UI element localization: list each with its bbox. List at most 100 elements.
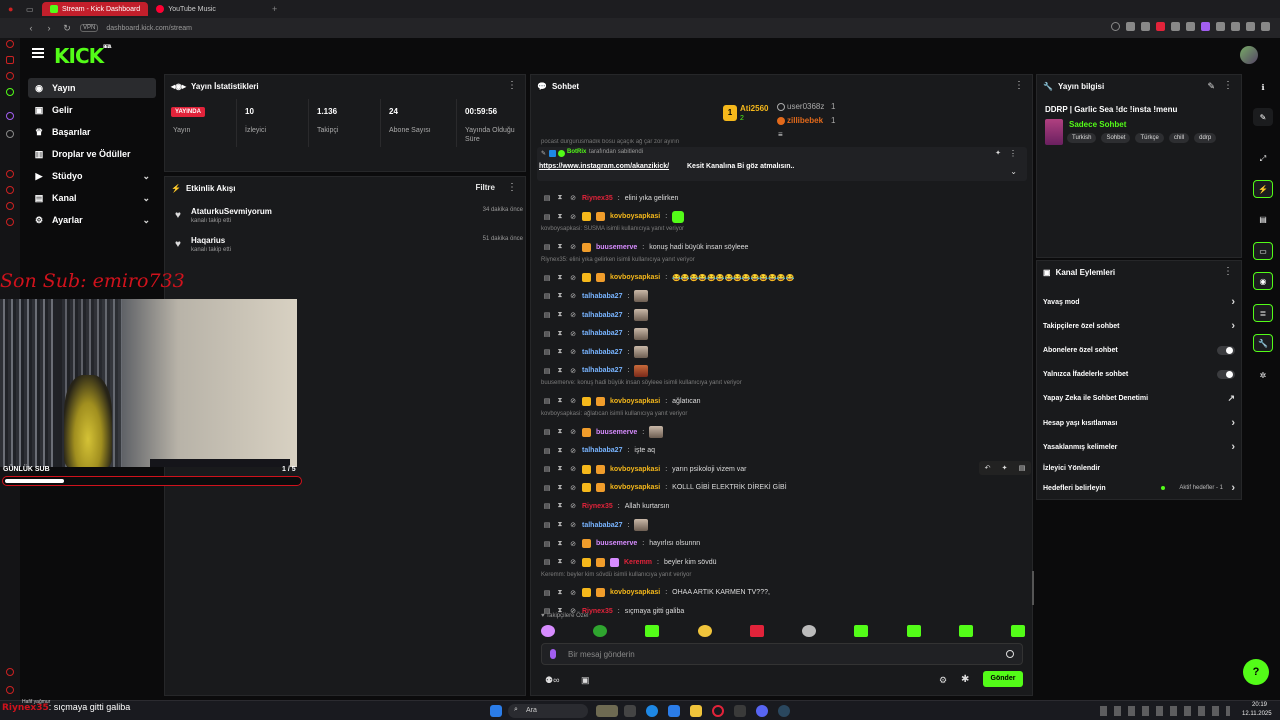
- chat-message[interactable]: ▤ ⧗ ⊘ kovboysapkasi: KOLLL GİBİ ELEKTRİK DİR…: [543, 481, 787, 495]
- ban-icon[interactable]: ⊘: [569, 243, 577, 251]
- sidebar-app-icon[interactable]: [6, 170, 14, 178]
- extension-icon[interactable]: [1201, 22, 1210, 31]
- microphone-icon[interactable]: [550, 649, 556, 659]
- timeout-icon[interactable]: ⧗: [556, 348, 564, 356]
- timeout-icon[interactable]: ⧗: [556, 589, 564, 597]
- delete-icon[interactable]: ▤: [543, 213, 551, 221]
- chat-message[interactable]: ▤ ⧗ ⊘ kovboysapkasi: 😂😂😂😂😂😂😂😂😂😂😂😂😂😂: [543, 271, 794, 285]
- pin-icon[interactable]: ✦: [1002, 464, 1008, 472]
- timeout-icon[interactable]: ⧗: [556, 540, 564, 548]
- category-name[interactable]: Sadece Sohbet: [1069, 120, 1126, 129]
- expand-icon[interactable]: ⤢: [1253, 150, 1273, 168]
- document-icon[interactable]: ▤: [1253, 210, 1273, 228]
- delete-icon[interactable]: ▤: [543, 397, 551, 405]
- delete-icon[interactable]: ▤: [543, 428, 551, 436]
- ban-icon[interactable]: ⊘: [569, 213, 577, 221]
- more-options-icon[interactable]: ⋮: [1009, 149, 1017, 158]
- timeout-icon[interactable]: ⧗: [556, 243, 564, 251]
- edge-icon[interactable]: [646, 705, 658, 717]
- settings-icon[interactable]: ⚙: [939, 675, 947, 686]
- toggle-switch[interactable]: [1217, 345, 1235, 355]
- emote-icon[interactable]: [541, 625, 555, 637]
- delete-icon[interactable]: ▤: [543, 484, 551, 492]
- chat-message[interactable]: ▤ ⧗ ⊘ Riynex35: elini yıka gelirken: [543, 191, 679, 205]
- opera-icon[interactable]: [712, 705, 724, 717]
- category-thumbnail[interactable]: [1045, 119, 1063, 145]
- chat-username[interactable]: kovboysapkasi: [610, 589, 660, 596]
- sidebar-app-icon[interactable]: [6, 130, 14, 138]
- clock-date[interactable]: 12.11.2025: [1242, 711, 1272, 717]
- clock-time[interactable]: 20:19: [1252, 702, 1267, 708]
- ban-icon[interactable]: ⊘: [569, 292, 577, 300]
- chevron-down-icon[interactable]: ⌄: [1010, 167, 1017, 176]
- ban-icon[interactable]: ⊘: [569, 367, 577, 375]
- channel-action-row[interactable]: Yalnızca İfadelerle sohbet: [1043, 365, 1239, 383]
- favorites-icon[interactable]: [1186, 22, 1195, 31]
- tag[interactable]: Sohbet: [1101, 133, 1131, 143]
- sidebar-app-icon[interactable]: [6, 88, 14, 96]
- tab-youtube-music[interactable]: YouTube Music: [148, 2, 224, 16]
- channel-action-row[interactable]: Hesap yaşı kısıtlaması ›: [1043, 414, 1239, 432]
- apps-icon[interactable]: ✲: [1253, 366, 1273, 384]
- windows-start-icon[interactable]: [490, 705, 502, 717]
- more-icon[interactable]: [1261, 22, 1270, 31]
- chat-message[interactable]: ▤ ⧗ ⊘ Keremm: beyler kim sövdü: [543, 555, 717, 569]
- timeout-icon[interactable]: ⧗: [556, 274, 564, 282]
- timeout-icon[interactable]: ⧗: [556, 521, 564, 529]
- broadcast-icon[interactable]: ◉: [1253, 272, 1273, 290]
- channel-action-row[interactable]: Yasaklanmış kelimeler ›: [1043, 438, 1239, 456]
- sidebar-app-icon[interactable]: [6, 202, 14, 210]
- delete-icon[interactable]: ▤: [543, 367, 551, 375]
- chat-message[interactable]: ▤ ⧗ ⊘ Riynex35: Allah kurtarsın: [543, 499, 670, 513]
- emote-icon[interactable]: [697, 625, 712, 637]
- chat-username[interactable]: kovboysapkasi: [610, 274, 660, 281]
- delete-icon[interactable]: ▤: [543, 521, 551, 529]
- new-tab-button[interactable]: +: [272, 4, 277, 14]
- vpn-badge[interactable]: VPN: [80, 24, 99, 32]
- chat-tools-icon[interactable]: ⚉∞: [545, 675, 559, 686]
- zoom-icon[interactable]: [1111, 22, 1120, 31]
- chat-username[interactable]: talhababa27: [582, 447, 622, 454]
- follower-name[interactable]: AtaturkuSevmiyorum: [191, 207, 272, 216]
- sidebar-app-icon[interactable]: [6, 72, 14, 80]
- send-button[interactable]: Gönder: [983, 671, 1023, 687]
- sidebar-item-6[interactable]: ⚙ Ayarlar ⌄: [28, 210, 156, 230]
- timeout-icon[interactable]: ⧗: [556, 558, 564, 566]
- more-options-icon[interactable]: ⋮: [1223, 267, 1233, 277]
- delete-icon[interactable]: ▤: [543, 465, 551, 473]
- chat-username[interactable]: Riynex35: [582, 503, 613, 510]
- mod-tools-icon[interactable]: ✱: [961, 674, 969, 685]
- chat-username[interactable]: kovboysapkasi: [610, 398, 660, 405]
- chat-username[interactable]: kovboysapkasi: [610, 466, 660, 473]
- timeout-icon[interactable]: ⧗: [556, 484, 564, 492]
- emote-icon[interactable]: [958, 625, 973, 637]
- tab-toggle-icon[interactable]: ▭: [26, 5, 36, 14]
- chat-message[interactable]: ▤ ⧗ ⊘ buusemerve:: [543, 425, 664, 439]
- emote-icon[interactable]: [906, 625, 921, 637]
- timeout-icon[interactable]: ⧗: [556, 311, 564, 319]
- play-icon[interactable]: [1171, 22, 1180, 31]
- delete-icon[interactable]: ▤: [543, 274, 551, 282]
- browser-menu-icon[interactable]: ●: [8, 4, 18, 14]
- ban-icon[interactable]: ⊘: [569, 521, 577, 529]
- sidebar-item-2[interactable]: ♛ Başarılar: [28, 122, 156, 142]
- forward-icon[interactable]: ›: [44, 23, 54, 33]
- sidebar-app-icon[interactable]: [6, 186, 14, 194]
- system-tray[interactable]: [1100, 706, 1230, 716]
- emote-icon[interactable]: [749, 625, 764, 637]
- timeout-icon[interactable]: ⧗: [556, 330, 564, 338]
- delete-icon[interactable]: ▤: [543, 292, 551, 300]
- tag[interactable]: Türkçe: [1135, 133, 1164, 143]
- chat-message[interactable]: ▤ ⧗ ⊘ talhababa27:: [543, 327, 649, 341]
- lightning-icon[interactable]: ⚡: [1253, 180, 1273, 198]
- more-options-icon[interactable]: ⋮: [1223, 81, 1233, 91]
- help-button[interactable]: ?: [1243, 659, 1269, 685]
- sidebar-item-1[interactable]: ▣ Gelir: [28, 100, 156, 120]
- timeout-icon[interactable]: ⧗: [556, 213, 564, 221]
- wrench-icon[interactable]: 🔧: [1253, 334, 1273, 352]
- task-view-icon[interactable]: [624, 705, 636, 717]
- chat-username[interactable]: talhababa27: [582, 367, 622, 374]
- filter-button[interactable]: Filtre: [475, 183, 495, 192]
- tag[interactable]: chill: [1168, 133, 1190, 143]
- sidebar-app-icon[interactable]: [6, 56, 14, 64]
